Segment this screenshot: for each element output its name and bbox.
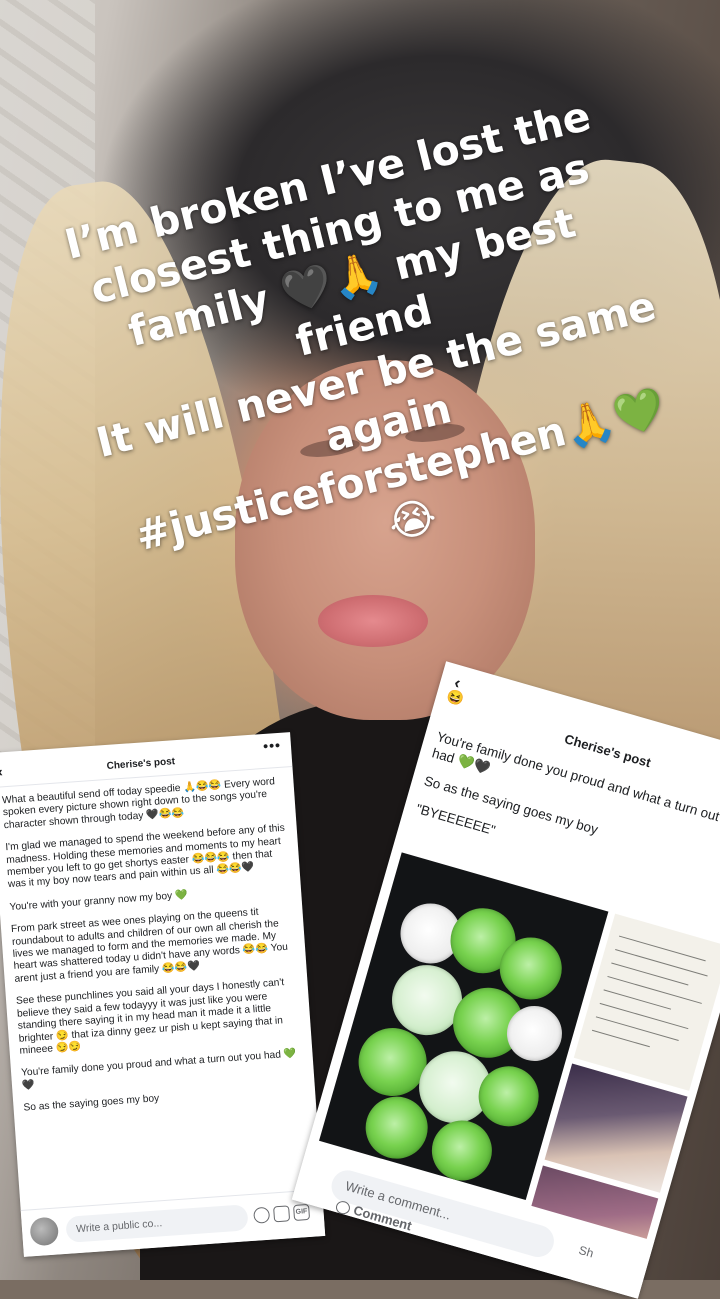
- rose: [424, 1113, 500, 1188]
- sticker-icon[interactable]: [253, 1206, 271, 1224]
- post-body: What a beautiful send off today speedie …: [0, 767, 315, 1116]
- note-line: [607, 975, 702, 1004]
- post-paragraph: I'm glad we managed to spend the weekend…: [5, 822, 286, 891]
- post-paragraph: From park street as wee ones playing on …: [10, 906, 289, 985]
- avatar: [29, 1216, 60, 1247]
- note-line: [595, 1016, 679, 1041]
- note-line: [599, 1002, 689, 1030]
- post-paragraph: See these punchlines you said all your d…: [15, 977, 285, 1057]
- share-button[interactable]: Sh: [577, 1243, 595, 1261]
- gif-icon[interactable]: GIF: [293, 1203, 311, 1221]
- more-dots-icon[interactable]: •••: [263, 737, 282, 754]
- note-line: [618, 935, 706, 962]
- post-screenshot-left: ‹ Cherise's post ••• What a beautiful se…: [0, 732, 326, 1257]
- lips: [318, 595, 428, 647]
- camera-icon[interactable]: [273, 1205, 291, 1223]
- note-line: [615, 949, 708, 977]
- comment-input[interactable]: Write a public co...: [65, 1204, 249, 1243]
- note-line: [591, 1029, 650, 1048]
